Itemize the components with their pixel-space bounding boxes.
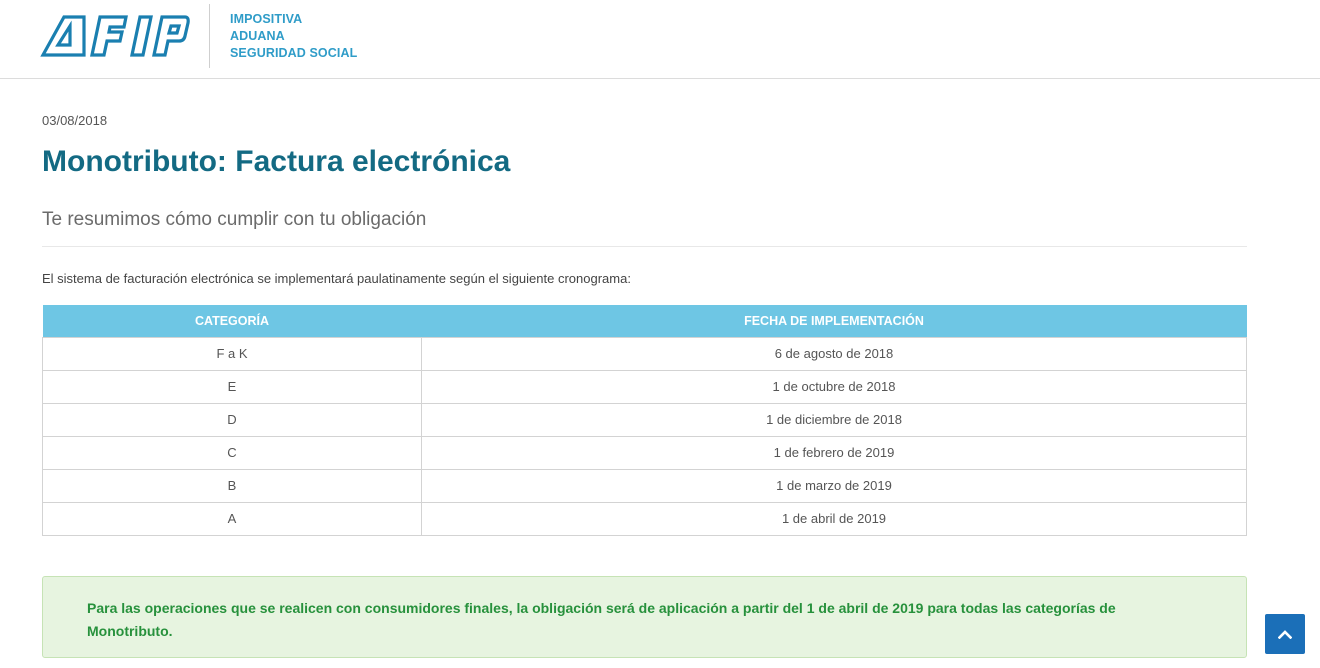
cell-fecha: 1 de octubre de 2018 (421, 369, 1247, 404)
site-header: IMPOSITIVA ADUANA SEGURIDAD SOCIAL (0, 0, 1320, 79)
table-row: A 1 de abril de 2019 (42, 501, 1247, 536)
cell-fecha: 1 de febrero de 2019 (421, 435, 1247, 470)
cell-fecha: 1 de abril de 2019 (421, 501, 1247, 536)
header-divider (209, 4, 210, 68)
cell-categoria: D (42, 402, 422, 437)
table-row: D 1 de diciembre de 2018 (42, 402, 1247, 437)
article-date: 03/08/2018 (42, 113, 108, 128)
nav-link-aduana[interactable]: ADUANA (230, 28, 357, 45)
table-row: B 1 de marzo de 2019 (42, 468, 1247, 503)
column-header-categoria: CATEGORÍA (42, 305, 422, 337)
intro-text: El sistema de facturación electrónica se… (42, 271, 631, 286)
cell-fecha: 6 de agosto de 2018 (421, 336, 1247, 371)
table-row: E 1 de octubre de 2018 (42, 369, 1247, 404)
chevron-up-icon (1278, 630, 1292, 639)
cell-fecha: 1 de diciembre de 2018 (421, 402, 1247, 437)
table-row: F a K 6 de agosto de 2018 (42, 336, 1247, 371)
cell-categoria: A (42, 501, 422, 536)
cell-categoria: E (42, 369, 422, 404)
cell-categoria: C (42, 435, 422, 470)
table-row: C 1 de febrero de 2019 (42, 435, 1247, 470)
scroll-to-top-button[interactable] (1265, 614, 1305, 654)
cell-categoria: B (42, 468, 422, 503)
table-header-row: CATEGORÍA FECHA DE IMPLEMENTACIÓN (42, 305, 1247, 337)
column-header-fecha: FECHA DE IMPLEMENTACIÓN (421, 305, 1247, 337)
header-nav: IMPOSITIVA ADUANA SEGURIDAD SOCIAL (230, 11, 357, 62)
cell-fecha: 1 de marzo de 2019 (421, 468, 1247, 503)
notice-box: Para las operaciones que se realicen con… (42, 576, 1247, 658)
schedule-table: CATEGORÍA FECHA DE IMPLEMENTACIÓN F a K … (42, 305, 1247, 536)
section-divider (42, 246, 1247, 247)
nav-link-seguridad-social[interactable]: SEGURIDAD SOCIAL (230, 45, 357, 62)
page-subtitle: Te resumimos cómo cumplir con tu obligac… (42, 209, 427, 230)
cell-categoria: F a K (42, 336, 422, 371)
page-title: Monotributo: Factura electrónica (42, 145, 511, 178)
afip-logo[interactable] (40, 14, 190, 58)
nav-link-impositiva[interactable]: IMPOSITIVA (230, 11, 357, 28)
